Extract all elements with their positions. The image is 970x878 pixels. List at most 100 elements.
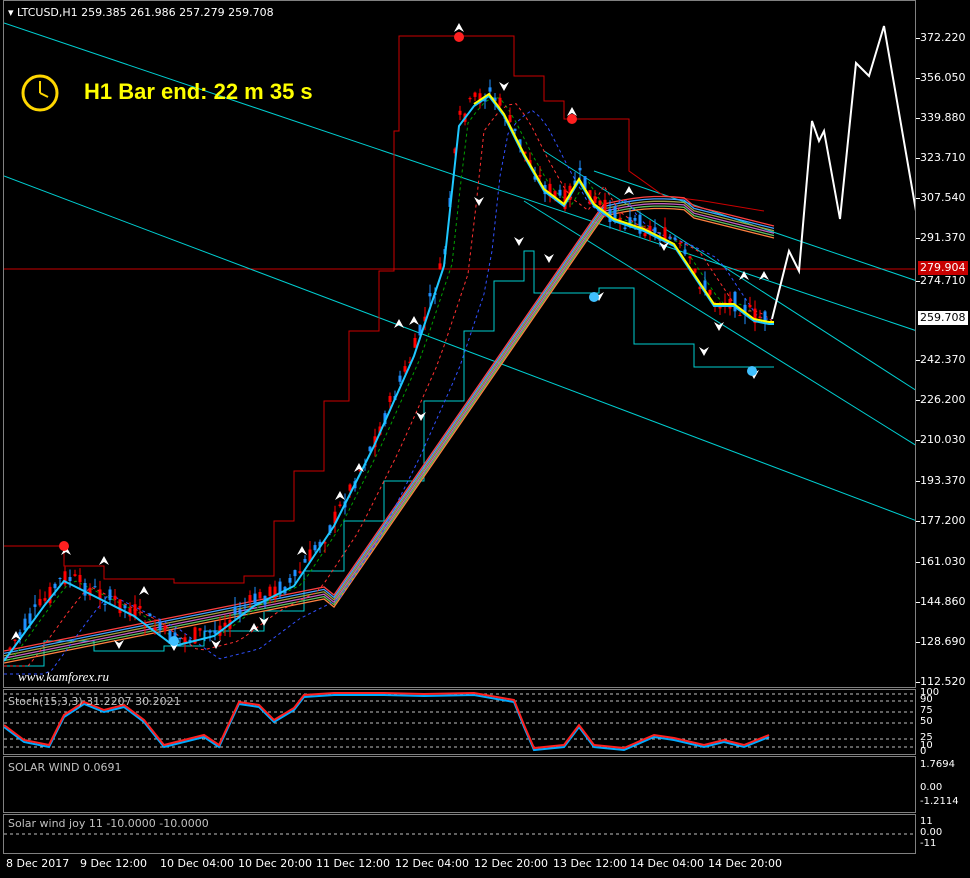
- solar-bar-positive: [502, 785, 504, 789]
- bear-candle-body: [758, 316, 762, 318]
- joy-bar-positive: [568, 817, 570, 834]
- joy-bar-negative: [709, 834, 711, 851]
- solar-bar-positive: [106, 772, 108, 789]
- price-axis[interactable]: 279.904 259.708 372.220 356.050 339.880 323…: [916, 0, 970, 688]
- stoch-panel[interactable]: Stoch(15,3,3) 31.2207 30.2021: [3, 689, 916, 755]
- solar-bar-negative: [541, 789, 543, 795]
- joy-bar-negative: [166, 834, 168, 840]
- bear-candle-body: [603, 199, 607, 211]
- solar-bar-positive: [124, 771, 126, 789]
- solar-bar-positive: [496, 783, 498, 789]
- solar-bar-positive: [82, 775, 84, 789]
- joy-bar-negative: [748, 834, 750, 851]
- solar-bar-negative: [235, 789, 237, 802]
- joy-bar-positive: [322, 817, 324, 834]
- solar-bar-positive: [451, 767, 453, 789]
- joy-bar-negative: [673, 834, 675, 851]
- joy-bar-positive: [460, 817, 462, 834]
- joy-bar-negative: [172, 834, 174, 842]
- joy-bar-positive: [256, 817, 258, 834]
- bear-candle-body: [298, 571, 302, 574]
- solar-bar-negative: [271, 789, 273, 807]
- solar-bar-negative: [328, 789, 330, 796]
- solar-bar-negative: [598, 789, 600, 809]
- solar-bar-positive: [457, 768, 459, 789]
- solar-bar-positive: [79, 775, 81, 789]
- time-tick-label: 13 Dec 12:00: [553, 857, 627, 870]
- joy-bar-negative: [604, 834, 606, 851]
- solar-bar-negative: [331, 789, 333, 794]
- main-chart-panel[interactable]: ▾ LTCUSD,H1 259.385 261.986 257.279 259.…: [3, 0, 916, 688]
- joy-bar-negative: [631, 834, 633, 851]
- solar-bar-negative: [265, 789, 267, 806]
- sell-signal-marker: [454, 32, 464, 42]
- solar-joy-panel[interactable]: Solar wind joy 11 -10.0000 -10.0000: [3, 814, 916, 854]
- solar-bar-negative: [661, 789, 663, 797]
- joy-bar-positive: [577, 817, 579, 834]
- solar-bar-positive: [139, 773, 141, 789]
- joy-bar-positive: [298, 817, 300, 834]
- solar-bar-negative: [175, 789, 177, 791]
- solar-bar-negative: [259, 789, 261, 805]
- solar-bar-positive: [400, 778, 402, 789]
- joy-bar-positive: [439, 817, 441, 834]
- solar-bar-positive: [364, 781, 366, 789]
- solar-bar-positive: [754, 772, 756, 789]
- solar-bar-positive: [10, 785, 12, 789]
- bull-candle-body: [233, 606, 237, 615]
- joy-bar-positive: [364, 817, 366, 834]
- joy-bar-positive: [448, 817, 450, 834]
- joy-bar-negative: [211, 834, 213, 848]
- joy-bar-negative: [628, 834, 630, 851]
- joy-bar-positive: [454, 817, 456, 834]
- joy-bar-positive: [283, 817, 285, 834]
- joy-bar-negative: [139, 834, 141, 837]
- bull-candle-body: [208, 630, 212, 633]
- joy-bar-negative: [730, 834, 732, 851]
- joy-bar-negative: [679, 834, 681, 851]
- solar-bar-negative: [676, 789, 678, 792]
- solar-bar-negative: [556, 789, 558, 796]
- collapse-arrow-icon[interactable]: ▾: [8, 6, 17, 19]
- solar-bar-positive: [703, 787, 705, 789]
- joy-bar-positive: [562, 817, 564, 834]
- indicator-tick-label: -11: [920, 838, 937, 849]
- solar-bar-negative: [631, 789, 633, 809]
- bull-candle-body: [103, 603, 107, 606]
- solar-bar-negative: [595, 789, 597, 808]
- solar-bar-positive: [718, 785, 720, 789]
- solar-bar-negative: [535, 789, 537, 794]
- joy-bar-negative: [667, 834, 669, 851]
- solar-bar-negative: [655, 789, 657, 799]
- bull-candle-body: [243, 606, 247, 608]
- joy-bar-positive: [394, 817, 396, 834]
- joy-bar-negative: [247, 834, 249, 835]
- solar-bar-positive: [13, 784, 15, 789]
- joy-bar-positive: [310, 817, 312, 834]
- joy-bar-negative: [712, 834, 714, 851]
- joy-bar-positive: [376, 817, 378, 834]
- joy-bar-positive: [370, 817, 372, 834]
- fractal-down-arrow: [499, 82, 509, 91]
- joy-bar-positive: [535, 817, 537, 834]
- joy-bar-negative: [706, 834, 708, 851]
- joy-bar-positive: [553, 817, 555, 834]
- solar-bar-positive: [721, 784, 723, 789]
- solar-wind-panel[interactable]: SOLAR WIND 0.0691: [3, 756, 916, 813]
- joy-bar-positive: [436, 817, 438, 834]
- bull-candle-body: [513, 128, 517, 131]
- joy-bar-negative: [700, 834, 702, 851]
- price-tick-mark: [916, 118, 920, 119]
- solar-bar-negative: [301, 789, 303, 807]
- joy-bar-positive: [541, 817, 543, 834]
- solar-bar-positive: [442, 768, 444, 789]
- price-tick-mark: [916, 281, 920, 282]
- bull-candle-body: [683, 249, 687, 255]
- joy-bar-positive: [484, 817, 486, 834]
- joy-bar-positive: [358, 817, 360, 834]
- price-tick-label: 210.030: [920, 433, 966, 446]
- solar-bar-negative: [646, 789, 648, 803]
- solar-bar-negative: [223, 789, 225, 802]
- bar-timer: H1 Bar end: 22 m 35 s: [20, 73, 313, 117]
- solar-bar-positive: [715, 785, 717, 789]
